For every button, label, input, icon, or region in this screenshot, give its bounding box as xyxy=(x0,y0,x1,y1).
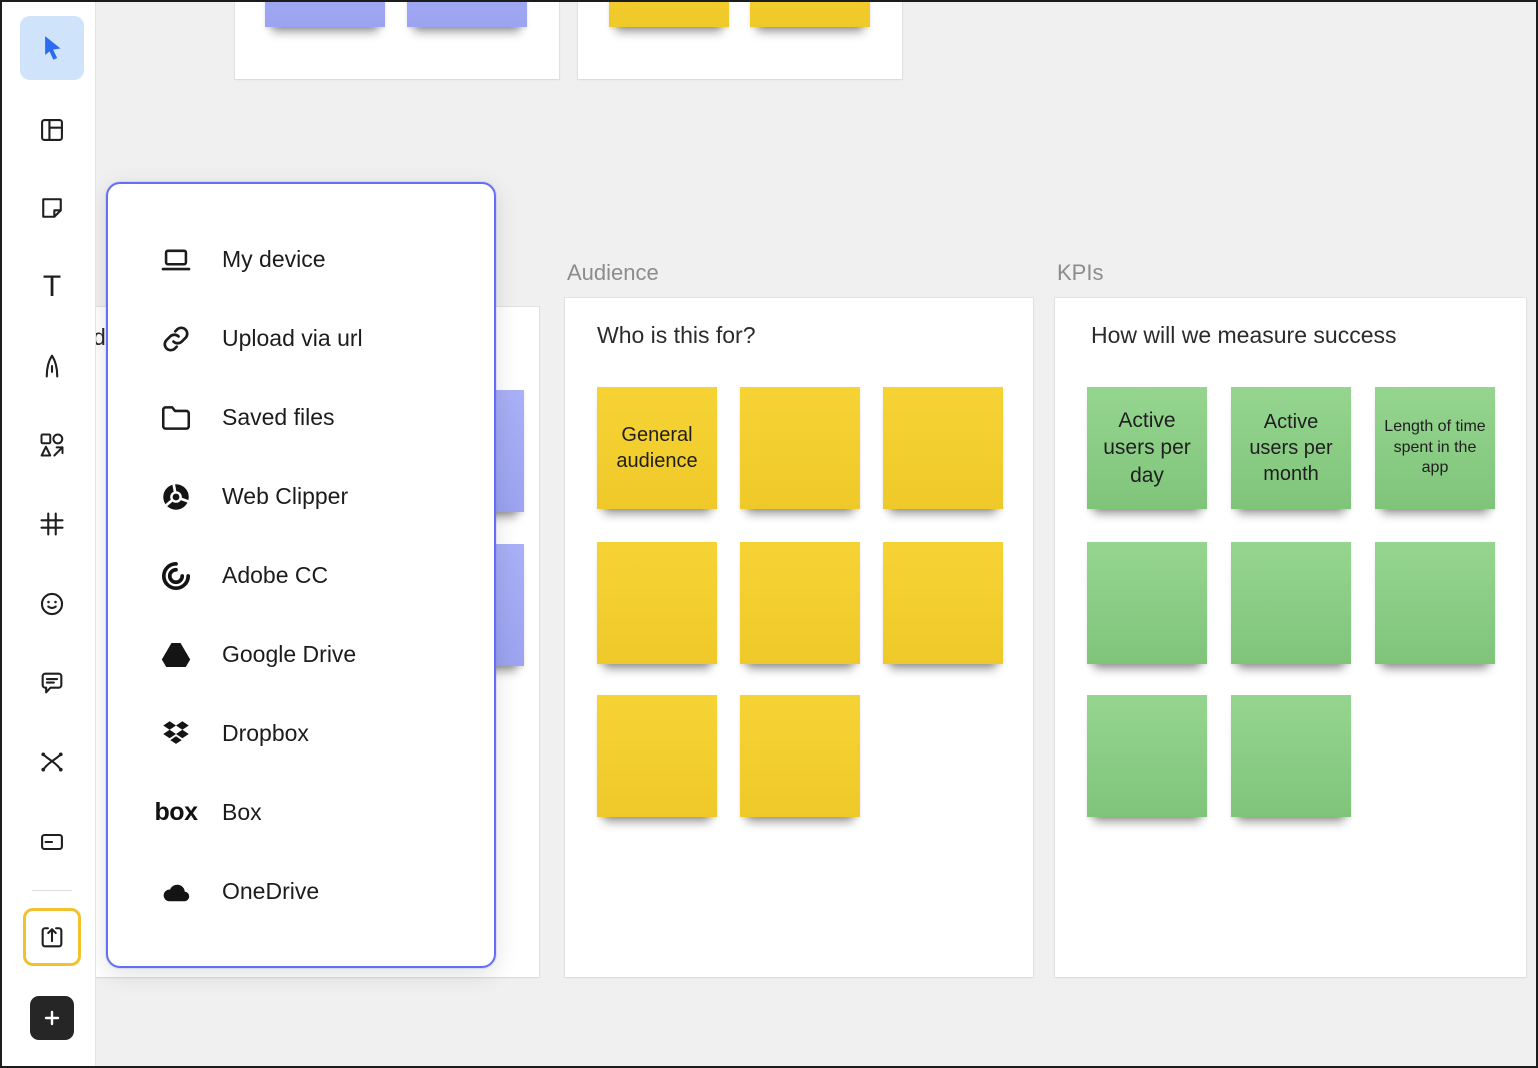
menu-item-upload-via-url[interactable]: Upload via url xyxy=(108,299,494,378)
menu-item-label: Google Drive xyxy=(222,641,356,668)
frame-title-kpis[interactable]: KPIs xyxy=(1057,260,1103,286)
text-tool-button[interactable]: T xyxy=(28,263,76,311)
menu-item-label: Dropbox xyxy=(222,720,309,747)
menu-item-label: Saved files xyxy=(222,404,335,431)
frame-tool-button[interactable] xyxy=(28,500,76,548)
select-tool-button[interactable] xyxy=(20,16,84,80)
sticky-note[interactable] xyxy=(883,387,1003,509)
sticky-note[interactable]: Length of time spent in the app xyxy=(1375,387,1495,509)
menu-item-google-drive[interactable]: Google Drive xyxy=(108,615,494,694)
connector-tool-button[interactable] xyxy=(28,738,76,786)
menu-item-label: Box xyxy=(222,799,262,826)
toolbar: T xyxy=(2,2,96,1066)
sticky-note[interactable] xyxy=(883,542,1003,664)
toolbar-divider xyxy=(32,890,72,891)
sticky-note[interactable] xyxy=(597,542,717,664)
card-tool-button[interactable] xyxy=(28,818,76,866)
text-icon: T xyxy=(43,272,61,302)
sticky-text: General audience xyxy=(605,422,709,474)
sticky-note[interactable] xyxy=(740,387,860,509)
sticky-note[interactable]: Active users per day xyxy=(1087,387,1207,509)
folder-icon xyxy=(158,400,194,436)
comment-icon xyxy=(38,669,66,697)
cursor-icon xyxy=(37,33,67,63)
box-logo: box xyxy=(158,795,194,831)
sticky-note[interactable] xyxy=(1231,542,1351,664)
sticky-text: Active users per day xyxy=(1095,407,1199,489)
menu-item-label: My device xyxy=(222,246,326,273)
onedrive-icon xyxy=(158,874,194,910)
frame-title-audience[interactable]: Audience xyxy=(567,260,659,286)
sticky-note-tool-button[interactable] xyxy=(28,184,76,232)
sticky-note-icon xyxy=(38,194,66,222)
sticky-note[interactable] xyxy=(1087,695,1207,817)
menu-item-saved-files[interactable]: Saved files xyxy=(108,378,494,457)
menu-item-adobe-cc[interactable]: Adobe CC xyxy=(108,536,494,615)
sticky-note[interactable] xyxy=(1087,542,1207,664)
stickers-tool-button[interactable] xyxy=(28,580,76,628)
menu-item-box[interactable]: box Box xyxy=(108,773,494,852)
sticky-note[interactable] xyxy=(750,0,870,27)
sticky-note[interactable] xyxy=(609,0,729,27)
menu-item-label: OneDrive xyxy=(222,878,319,905)
sticky-note[interactable] xyxy=(407,0,527,27)
sticky-note[interactable] xyxy=(740,542,860,664)
sticker-smiley-icon xyxy=(38,590,66,618)
sticky-note[interactable] xyxy=(597,695,717,817)
menu-item-onedrive[interactable]: OneDrive xyxy=(108,852,494,931)
sticky-text: Length of time spent in the app xyxy=(1383,417,1487,479)
chrome-icon xyxy=(158,479,194,515)
kpis-question-text[interactable]: How will we measure success xyxy=(1091,322,1396,349)
menu-item-label: Web Clipper xyxy=(222,483,348,510)
sticky-text: Active users per month xyxy=(1239,409,1343,487)
upload-icon xyxy=(38,923,66,951)
sticky-note[interactable] xyxy=(1231,695,1351,817)
upload-tool-button[interactable] xyxy=(23,908,81,966)
google-drive-icon xyxy=(158,637,194,673)
card-icon xyxy=(38,828,66,856)
connector-icon xyxy=(38,748,66,776)
menu-item-label: Adobe CC xyxy=(222,562,328,589)
laptop-icon xyxy=(158,242,194,278)
add-tool-button[interactable] xyxy=(30,996,74,1040)
upload-menu: My device Upload via url Saved files xyxy=(106,182,496,968)
adobe-cc-icon xyxy=(158,558,194,594)
sticky-note[interactable] xyxy=(265,0,385,27)
sticky-note[interactable]: Active users per month xyxy=(1231,387,1351,509)
menu-item-dropbox[interactable]: Dropbox xyxy=(108,694,494,773)
sticky-note[interactable]: General audience xyxy=(597,387,717,509)
shapes-tool-button[interactable] xyxy=(28,421,76,469)
sticky-note[interactable] xyxy=(740,695,860,817)
pen-icon xyxy=(38,352,66,380)
pen-tool-button[interactable] xyxy=(28,342,76,390)
audience-question-text[interactable]: Who is this for? xyxy=(597,322,756,349)
menu-item-my-device[interactable]: My device xyxy=(108,220,494,299)
shapes-icon xyxy=(38,431,66,459)
frame-icon xyxy=(38,510,66,538)
templates-tool-button[interactable] xyxy=(28,106,76,154)
dropbox-icon xyxy=(158,716,194,752)
menu-item-web-clipper[interactable]: Web Clipper xyxy=(108,457,494,536)
link-icon xyxy=(158,321,194,357)
templates-icon xyxy=(38,116,66,144)
sticky-note[interactable] xyxy=(1375,542,1495,664)
comment-tool-button[interactable] xyxy=(28,659,76,707)
menu-item-label: Upload via url xyxy=(222,325,363,352)
plus-icon xyxy=(40,1006,64,1030)
whiteboard-app: d Audience Who is this for? General audi… xyxy=(0,0,1538,1068)
